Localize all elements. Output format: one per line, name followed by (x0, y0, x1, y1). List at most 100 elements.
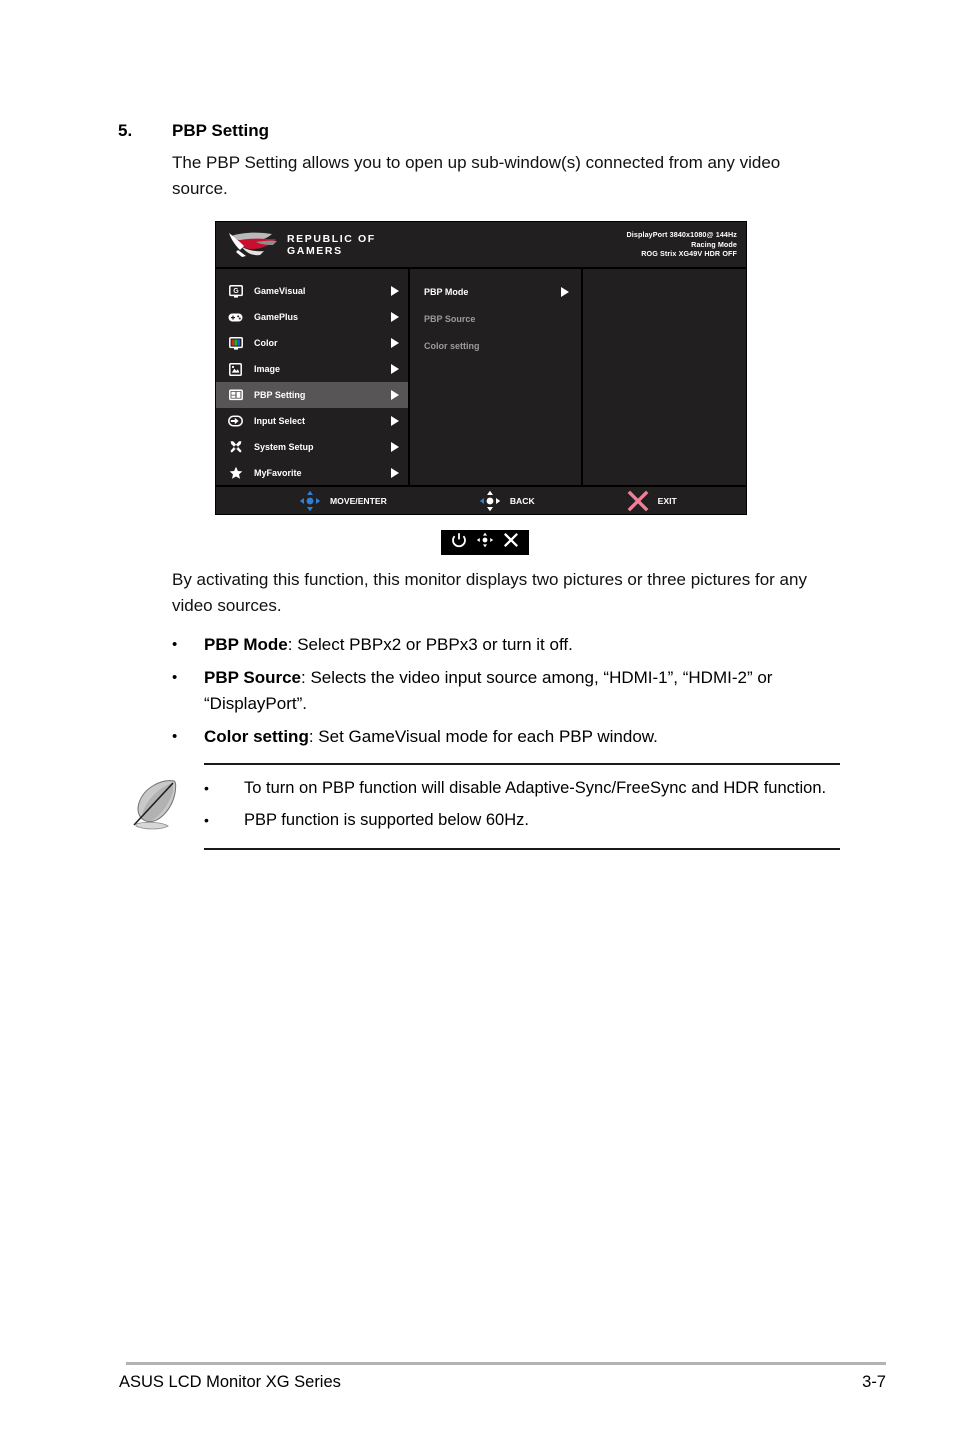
note-list-item-text: PBP function is supported below 60Hz. (244, 811, 529, 829)
note-bottom-rule (204, 848, 840, 850)
rog-wordmark-line2: Gamers (287, 244, 343, 257)
menu-item-input-select[interactable]: Input Select (216, 408, 408, 434)
osd-status-text: DisplayPort 3840x1080@ 144Hz Racing Mode… (627, 230, 738, 258)
status-model: ROG Strix XG49V HDR OFF (641, 249, 737, 259)
chevron-right-icon (391, 468, 399, 478)
menu-item-label: Image (254, 364, 281, 374)
power-icon[interactable] (451, 532, 467, 553)
input-select-icon (228, 414, 243, 429)
menu-item-label: Color (254, 338, 278, 348)
image-icon (228, 362, 243, 377)
osd-screenshot: Republic of Gamers DisplayPort 3840x1080… (215, 221, 747, 515)
osd-header: Republic of Gamers DisplayPort 3840x1080… (216, 222, 746, 269)
submenu-item-color-setting[interactable]: Color setting (410, 332, 581, 359)
page-title: PBP Setting (172, 121, 269, 140)
note-list-item: • PBP function is supported below 60Hz. (204, 807, 840, 833)
list-item-text: PBP Mode: Select PBPx2 or PBPx3 or turn … (204, 632, 840, 658)
status-resolution: DisplayPort 3840x1080@ 144Hz (626, 230, 737, 240)
monitor-key-strip (441, 530, 529, 555)
activate-paragraph: By activating this function, this monito… (172, 570, 807, 615)
osd-hint-exit[interactable]: EXIT (627, 490, 677, 512)
color-icon (228, 336, 243, 351)
menu-item-label: GamePlus (254, 312, 299, 322)
list-item-term: PBP Mode (204, 635, 288, 654)
document-page: 5. PBP Setting The PBP Setting allows yo… (0, 0, 954, 1438)
osd-value-panel (583, 269, 746, 485)
gameplus-icon (228, 310, 243, 325)
close-x-icon[interactable] (503, 532, 519, 553)
menu-item-pbp-setting[interactable]: PBP Setting (216, 382, 408, 408)
footer-divider (126, 1362, 886, 1365)
close-x-icon (627, 490, 649, 512)
note-list-item-text: To turn on PBP function will disable Ada… (244, 779, 827, 797)
section-heading: 5. PBP Setting (118, 118, 838, 143)
menu-item-color[interactable]: Color (216, 330, 408, 356)
footer-title: ASUS LCD Monitor XG Series (119, 1373, 341, 1391)
osd-hint-exit-label: EXIT (657, 495, 677, 506)
menu-item-image[interactable]: Image (216, 356, 408, 382)
system-setup-icon (228, 440, 243, 455)
osd-hint-back-label: BACK (509, 495, 535, 506)
menu-item-gameplus[interactable]: GamePlus (216, 304, 408, 330)
chevron-right-icon (391, 442, 399, 452)
dpad-blue-icon (299, 490, 321, 512)
joystick-dpad-icon[interactable] (476, 532, 494, 553)
page-number: 3-7 (862, 1373, 886, 1391)
osd-body: G GameVisual GamePlus Color Image PBP Se… (216, 269, 746, 485)
note-list-item: • To turn on PBP function will disable A… (204, 775, 840, 801)
note-box: • To turn on PBP function will disable A… (128, 763, 840, 850)
note-list: • To turn on PBP function will disable A… (204, 775, 840, 840)
list-item-text: PBP Source: Selects the video input sour… (204, 665, 840, 717)
osd-hint-move-enter[interactable]: MOVE/ENTER (299, 490, 387, 512)
osd-hint-move-label: MOVE/ENTER (330, 495, 387, 506)
submenu-item-label: PBP Source (424, 313, 476, 324)
feature-bullet-list: • PBP Mode: Select PBPx2 or PBPx3 or tur… (172, 632, 840, 757)
submenu-item-pbp-mode[interactable]: PBP Mode (410, 278, 581, 305)
osd-footer: MOVE/ENTER BACK EXIT (216, 485, 746, 514)
status-mode: Racing Mode (691, 239, 737, 249)
osd-hint-back[interactable]: BACK (479, 490, 535, 512)
list-item: • Color setting: Set GameVisual mode for… (172, 724, 840, 750)
menu-item-system-setup[interactable]: System Setup (216, 434, 408, 460)
bullet-marker: • (172, 669, 178, 686)
intro-paragraph: The PBP Setting allows you to open up su… (172, 153, 781, 198)
list-item-term: PBP Source (204, 668, 302, 687)
rog-eye-icon (229, 232, 277, 257)
menu-item-label: GameVisual (254, 286, 306, 296)
list-item: • PBP Source: Selects the video input so… (172, 665, 840, 717)
chevron-right-icon (391, 338, 399, 348)
menu-item-label: PBP Setting (254, 390, 306, 400)
rog-wordmark: Republic of Gamers (287, 233, 376, 257)
osd-main-menu: G GameVisual GamePlus Color Image PBP Se… (216, 269, 410, 485)
list-item-text: Color setting: Set GameVisual mode for e… (204, 724, 840, 750)
list-item-term: Color setting (204, 727, 309, 746)
bullet-marker: • (204, 780, 209, 796)
myfavorite-icon (228, 466, 243, 481)
gamevisual-icon: G (228, 284, 243, 299)
rog-wordmark-line1: Republic of (287, 232, 376, 245)
pbp-setting-icon (228, 388, 243, 403)
section-number: 5. (118, 121, 133, 140)
chevron-right-icon (391, 312, 399, 322)
submenu-item-label: Color setting (424, 340, 480, 351)
menu-item-label: Input Select (254, 416, 306, 426)
rog-logo: Republic of Gamers (226, 230, 376, 260)
list-item: • PBP Mode: Select PBPx2 or PBPx3 or tur… (172, 632, 840, 658)
osd-submenu: PBP Mode PBP Source Color setting (410, 269, 583, 485)
menu-item-label: MyFavorite (254, 468, 302, 478)
svg-text:G: G (233, 288, 239, 295)
chevron-right-icon (391, 390, 399, 400)
menu-item-gamevisual[interactable]: G GameVisual (216, 278, 408, 304)
submenu-item-pbp-source[interactable]: PBP Source (410, 305, 581, 332)
note-content: • To turn on PBP function will disable A… (128, 765, 840, 848)
submenu-item-label: PBP Mode (424, 286, 469, 297)
menu-item-myfavorite[interactable]: MyFavorite (216, 460, 408, 486)
list-item-rest: : Select PBPx2 or PBPx3 or turn it off. (287, 635, 573, 654)
chevron-right-icon (391, 416, 399, 426)
chevron-right-icon (391, 364, 399, 374)
chevron-right-icon (561, 286, 569, 297)
quill-pen-icon (128, 775, 204, 840)
list-item-rest: : Set GameVisual mode for each PBP windo… (308, 727, 658, 746)
bullet-marker: • (172, 728, 178, 745)
bullet-marker: • (204, 812, 209, 828)
